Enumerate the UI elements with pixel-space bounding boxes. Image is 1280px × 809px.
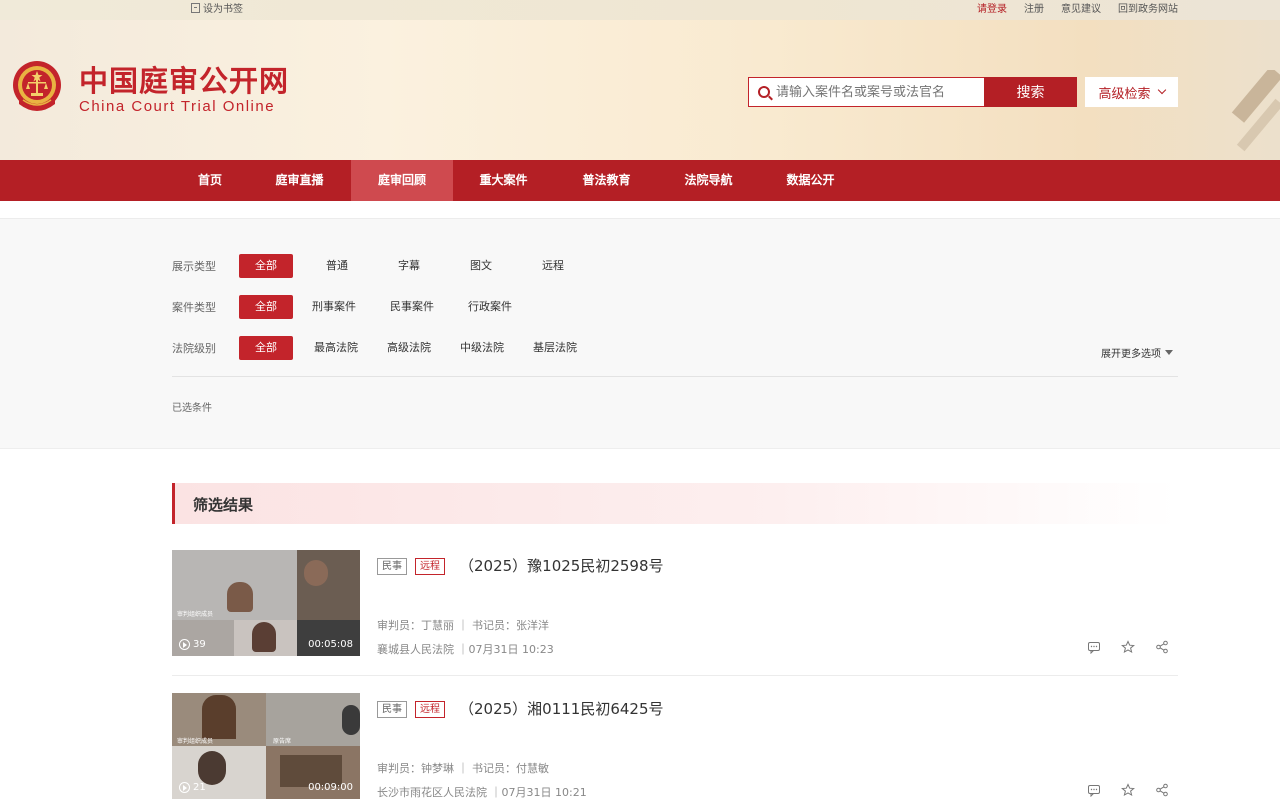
filter-option-basic[interactable]: 基层法院 (524, 336, 586, 360)
nav-item-live[interactable]: 庭审直播 (263, 160, 336, 201)
chevron-down-icon (1157, 85, 1166, 95)
caret-down-icon (1165, 350, 1173, 355)
expand-more-options[interactable]: 展开更多选项 (1101, 345, 1173, 360)
case-mode-tag: 远程 (415, 701, 445, 718)
case-title[interactable]: （2025）湘0111民初6425号 (459, 698, 664, 719)
nav-item-review[interactable]: 庭审回顾 (351, 160, 453, 201)
filter-option-criminal[interactable]: 刑事案件 (301, 295, 367, 319)
case-item[interactable]: 审判组织成员 39 00:05:08 民事 远程 （2025）豫1025民初25… (172, 550, 1178, 676)
case-judges: 审判员：丁慧丽 ｜ 书记员：张洋洋 (377, 619, 549, 632)
search-input[interactable] (776, 84, 976, 100)
court-emblem-logo[interactable] (11, 58, 63, 116)
bookmark-link[interactable]: 设为书签 (191, 0, 243, 15)
search-box (748, 77, 984, 107)
filter-option-subtitle[interactable]: 字幕 (379, 254, 439, 278)
filter-option-civil[interactable]: 民事案件 (379, 295, 445, 319)
case-video-thumbnail[interactable]: 审判组织成员 39 00:05:08 (172, 550, 360, 656)
play-icon (179, 782, 190, 793)
results-heading: 筛选结果 (193, 496, 254, 514)
filter-row-display-type: 展示类型 全部 普通 字幕 图文 远程 (172, 254, 583, 278)
nav-item-court-navigation[interactable]: 法院导航 (672, 160, 745, 201)
filter-label: 法院级别 (172, 342, 216, 355)
nav-item-major-cases[interactable]: 重大案件 (467, 160, 540, 201)
nav-item-home[interactable]: 首页 (184, 160, 236, 201)
filter-label: 展示类型 (172, 260, 216, 273)
comment-icon[interactable] (1087, 640, 1101, 654)
case-category-tag: 民事 (377, 701, 407, 718)
case-actions (1087, 640, 1169, 654)
nav-spacer (0, 201, 1280, 219)
case-item[interactable]: 审判组织成员 原告席 21 00:09:00 民事 远程 （2025）湘0111… (172, 693, 1178, 809)
filter-label: 案件类型 (172, 301, 216, 314)
case-tags: 民事 远程 (377, 558, 445, 575)
filter-row-court-level: 法院级别 全部 最高法院 高级法院 中级法院 基层法院 (172, 336, 586, 360)
site-title-cn: 中国庭审公开网 (79, 64, 290, 98)
filter-panel: 展示类型 全部 普通 字幕 图文 远程 案件类型 全部 刑事案件 民事案件 行政… (0, 219, 1280, 449)
results-heading-bar: 筛选结果 (172, 483, 1178, 524)
case-court-time: 襄城县人民法院 ｜07月31日 10:23 (377, 643, 554, 656)
filter-option-all[interactable]: 全部 (239, 295, 293, 319)
case-title[interactable]: （2025）豫1025民初2598号 (459, 555, 664, 576)
filter-option-high[interactable]: 高级法院 (378, 336, 440, 360)
search-icon (758, 86, 770, 98)
site-header: 中国庭审公开网 China Court Trial Online 搜索 高级检索 (0, 20, 1280, 160)
thumbnail-label-2: 原告席 (273, 738, 292, 745)
expand-more-label: 展开更多选项 (1101, 349, 1161, 360)
filter-option-graphic[interactable]: 图文 (451, 254, 511, 278)
gavel-decoration (1231, 70, 1280, 152)
star-icon[interactable] (1121, 783, 1135, 797)
bookmark-label: 设为书签 (203, 4, 243, 15)
filter-option-remote[interactable]: 远程 (523, 254, 583, 278)
case-actions (1087, 783, 1169, 797)
star-icon[interactable] (1121, 640, 1135, 654)
nav-item-data-open[interactable]: 数据公开 (774, 160, 847, 201)
share-icon[interactable] (1155, 640, 1169, 654)
advanced-search-button[interactable]: 高级检索 (1085, 77, 1178, 107)
filter-option-intermediate[interactable]: 中级法院 (451, 336, 513, 360)
bookmark-icon (191, 2, 200, 13)
view-count-value: 39 (193, 639, 206, 650)
comment-icon[interactable] (1087, 783, 1101, 797)
filter-divider (172, 376, 1178, 377)
top-links: 请登录 注册 意见建议 回到政务网站 (977, 0, 1178, 15)
main-nav: 首页 庭审直播 庭审回顾 重大案件 普法教育 法院导航 数据公开 (0, 160, 1280, 201)
feedback-link[interactable]: 意见建议 (1061, 0, 1101, 15)
case-court-time: 长沙市雨花区人民法院 ｜07月31日 10:21 (377, 786, 587, 799)
case-tags: 民事 远程 (377, 701, 445, 718)
nav-item-legal-education[interactable]: 普法教育 (570, 160, 643, 201)
view-count-value: 21 (193, 782, 206, 793)
case-mode-tag: 远程 (415, 558, 445, 575)
filter-option-normal[interactable]: 普通 (307, 254, 367, 278)
filter-option-administrative[interactable]: 行政案件 (457, 295, 523, 319)
view-count: 39 (179, 639, 206, 650)
advanced-search-label: 高级检索 (1098, 86, 1151, 102)
play-icon (179, 639, 190, 650)
case-category-tag: 民事 (377, 558, 407, 575)
register-link[interactable]: 注册 (1024, 0, 1044, 15)
filter-row-case-type: 案件类型 全部 刑事案件 民事案件 行政案件 (172, 295, 523, 319)
video-duration: 00:09:00 (308, 782, 353, 793)
share-icon[interactable] (1155, 783, 1169, 797)
login-link[interactable]: 请登录 (977, 0, 1007, 15)
case-judges: 审判员：钟梦琳 ｜ 书记员：付慧敏 (377, 762, 549, 775)
filter-option-all[interactable]: 全部 (239, 254, 293, 278)
case-divider (172, 675, 1178, 676)
case-video-thumbnail[interactable]: 审判组织成员 原告席 21 00:09:00 (172, 693, 360, 799)
video-duration: 00:05:08 (308, 639, 353, 650)
filter-option-supreme[interactable]: 最高法院 (305, 336, 367, 360)
view-count: 21 (179, 782, 206, 793)
site-title-en: China Court Trial Online (79, 98, 276, 115)
thumbnail-label: 审判组织成员 (177, 611, 214, 618)
filter-option-all[interactable]: 全部 (239, 336, 293, 360)
thumbnail-label: 审判组织成员 (177, 738, 214, 745)
top-utility-bar: 设为书签 请登录 注册 意见建议 回到政务网站 (0, 0, 1280, 20)
gov-site-link[interactable]: 回到政务网站 (1118, 0, 1178, 15)
search-button[interactable]: 搜索 (984, 77, 1077, 107)
selected-conditions-label: 已选条件 (172, 403, 212, 414)
